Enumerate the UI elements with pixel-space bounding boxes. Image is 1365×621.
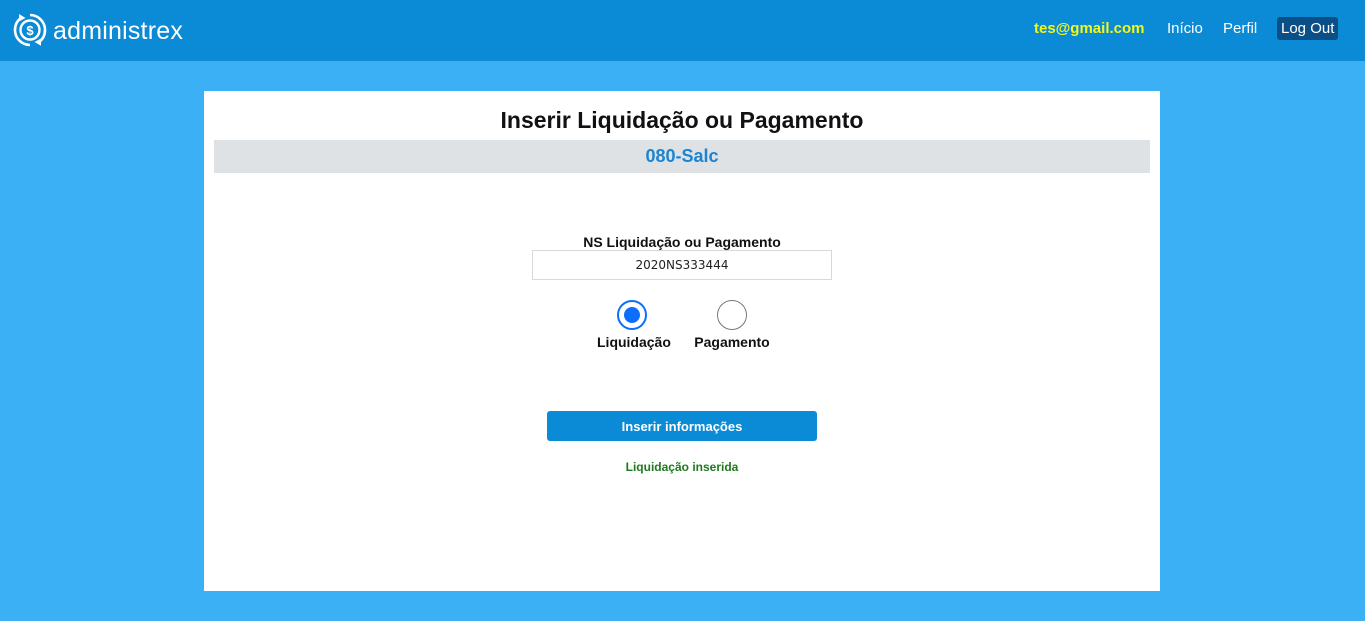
nav-perfil-link[interactable]: Perfil xyxy=(1223,20,1257,37)
radio-pagamento[interactable]: Pagamento xyxy=(694,300,770,350)
logout-button[interactable]: Log Out xyxy=(1277,17,1339,40)
svg-text:$: $ xyxy=(26,23,34,38)
brand-name: administrex xyxy=(53,16,184,45)
submit-button[interactable]: Inserir informações xyxy=(547,411,817,441)
status-message: Liquidação inserida xyxy=(625,460,739,474)
user-email: tes@gmail.com xyxy=(1034,20,1145,37)
page-title: Inserir Liquidação ou Pagamento xyxy=(500,107,864,133)
radio-liquidacao-circle[interactable] xyxy=(617,300,647,330)
radio-pagamento-circle[interactable] xyxy=(717,300,747,330)
radio-liquidacao-label: Liquidação xyxy=(597,334,671,350)
form-card: Inserir Liquidação ou Pagamento 080-Salc… xyxy=(204,91,1160,591)
subtitle-bar: 080-Salc xyxy=(214,140,1150,173)
ns-field-label: NS Liquidação ou Pagamento xyxy=(583,234,781,250)
dollar-coin-refresh-icon: $ xyxy=(12,12,48,48)
radio-liquidacao[interactable]: Liquidação xyxy=(597,300,671,350)
navbar: $ administrex tes@gmail.com Início Perfi… xyxy=(0,0,1365,61)
ns-input[interactable] xyxy=(532,250,832,280)
brand-link[interactable]: $ administrex xyxy=(12,11,183,49)
radio-pagamento-label: Pagamento xyxy=(694,334,770,350)
nav-inicio-link[interactable]: Início xyxy=(1167,20,1203,37)
